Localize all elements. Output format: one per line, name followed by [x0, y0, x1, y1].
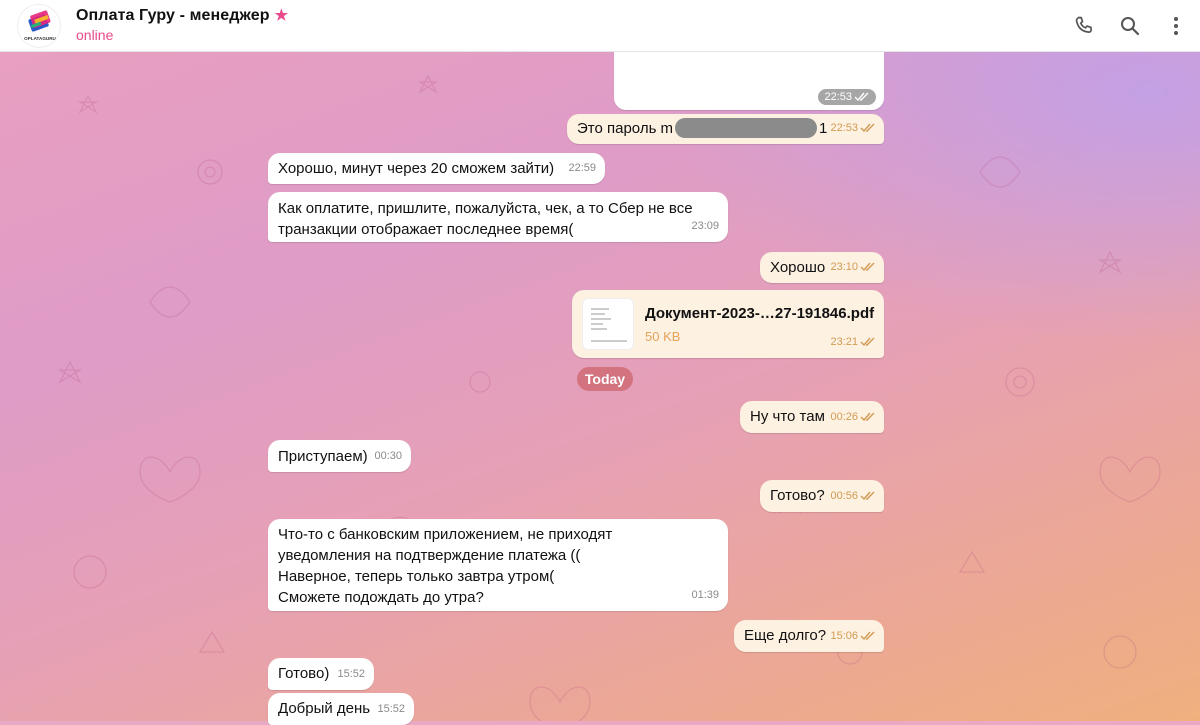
message-time: 00:26 — [830, 407, 876, 428]
outgoing-message[interactable]: Ну что там 00:26 — [740, 401, 884, 433]
message-text: Готово) — [278, 665, 330, 682]
message-time: 23:21 — [830, 332, 876, 353]
more-vertical-icon[interactable] — [1164, 14, 1188, 38]
double-check-icon — [860, 123, 876, 132]
double-check-icon — [860, 631, 876, 640]
message-text: Хорошо — [770, 259, 826, 276]
message-time: 23:10 — [830, 257, 876, 278]
incoming-message[interactable]: Что-то с банковским приложением, не прих… — [268, 519, 728, 611]
message-time: 15:52 — [377, 703, 405, 715]
message-text: Хорошо, минут через 20 сможем зайти) — [278, 160, 555, 177]
chat-title[interactable]: Оплата Гуру - менеджер ★ — [76, 6, 288, 25]
star-icon: ★ — [274, 7, 289, 24]
message-text: Как оплатите, пришлите, пожалуйста, чек,… — [278, 200, 693, 238]
media-message[interactable]: 22:53 — [614, 52, 884, 110]
document-thumbnail-icon[interactable] — [582, 298, 634, 350]
incoming-message[interactable]: Готово) 15:52 — [268, 658, 374, 690]
message-time: 15:52 — [337, 668, 365, 680]
double-check-icon — [860, 337, 876, 346]
oplataguru-logo-icon: OPLATAGURU — [24, 10, 57, 41]
incoming-message[interactable]: Добрый день 15:52 — [268, 693, 414, 725]
document-message[interactable]: Документ-2023-…27-191846.pdf 50 KB 23:21 — [572, 290, 884, 358]
message-time: 22:53 — [830, 118, 876, 139]
double-check-icon — [860, 491, 876, 500]
search-icon[interactable] — [1118, 14, 1142, 38]
redacted-block — [675, 118, 818, 138]
chat-header: OPLATAGURU Оплата Гуру - менеджер ★ onlin… — [0, 0, 1200, 52]
message-time: 22:59 — [568, 162, 596, 174]
message-time: 00:30 — [374, 450, 402, 462]
document-file-name: Документ-2023-…27-191846.pdf — [645, 305, 875, 322]
message-text: Что-то с банковским приложением, не прих… — [278, 526, 613, 606]
incoming-message[interactable]: Как оплатите, пришлите, пожалуйста, чек,… — [268, 192, 728, 242]
message-text: Это пароль m1 — [577, 118, 828, 138]
message-time-m0: 22:53 — [818, 89, 876, 105]
chat-title-text: Оплата Гуру - менеджер — [76, 7, 270, 24]
message-time: 15:06 — [830, 626, 876, 647]
outgoing-message[interactable]: Хорошо 23:10 — [760, 252, 884, 283]
message-time: 01:39 — [691, 589, 719, 601]
message-text: Ну что там — [750, 408, 825, 425]
message-text: Приступаем) — [278, 448, 368, 465]
message-text: Еще долго? — [744, 627, 827, 644]
avatar[interactable]: OPLATAGURU — [17, 4, 61, 48]
message-time: 00:56 — [830, 486, 876, 507]
date-separator: Today — [577, 367, 633, 391]
message-text: Добрый день — [278, 700, 371, 717]
outgoing-message[interactable]: Это пароль m1 22:53 — [567, 114, 884, 144]
incoming-message[interactable]: Приступаем) 00:30 — [268, 440, 411, 472]
outgoing-message[interactable]: Готово? 00:56 — [760, 480, 884, 512]
document-file-size: 50 KB — [645, 329, 681, 344]
phone-icon[interactable] — [1072, 14, 1096, 38]
incoming-message[interactable]: Хорошо, минут через 20 сможем зайти) 22:… — [268, 153, 605, 184]
message-text: Готово? — [770, 487, 825, 504]
message-time: 23:09 — [691, 220, 719, 232]
double-check-icon — [860, 412, 876, 421]
double-check-icon — [854, 92, 870, 101]
chat-status: online — [76, 27, 114, 43]
outgoing-message[interactable]: Еще долго? 15:06 — [734, 620, 884, 652]
avatar-logo-text: OPLATAGURU — [24, 36, 56, 41]
double-check-icon — [860, 262, 876, 271]
